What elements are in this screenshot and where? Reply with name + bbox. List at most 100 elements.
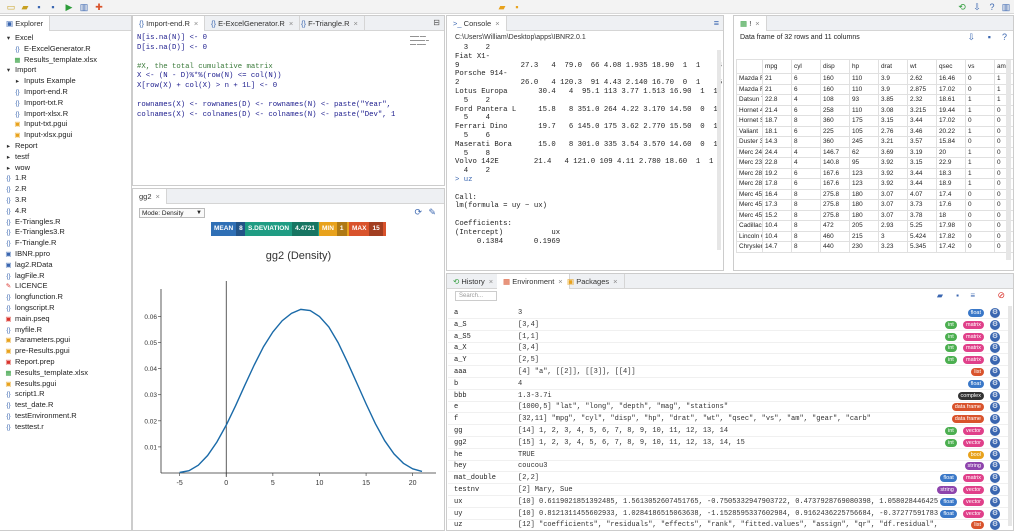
help-icon[interactable]: ? xyxy=(987,2,997,12)
explorer-item[interactable]: {} longfunction.R xyxy=(0,292,63,303)
explorer-item[interactable]: ▦ Results_template.xlsx xyxy=(0,55,97,66)
edit-plot-icon[interactable]: ✎ xyxy=(428,207,436,218)
column-header[interactable]: mpg xyxy=(762,59,792,74)
table-row[interactable]: Lincoln C10.4846021535.42417.82003 xyxy=(736,230,1013,242)
tab-explorer[interactable]: ▣ Explorer xyxy=(0,16,51,31)
gear-icon[interactable]: ⚙ xyxy=(990,508,1000,519)
console-output[interactable]: 3 2 Fiat X1- 9 27.3 4 79.0 66 4.08 1.935 1… xyxy=(455,44,723,270)
table-row[interactable]: Merc 4517.38275.81803.073.7317.6003 xyxy=(736,199,1013,211)
gear-icon[interactable]: ⚙ xyxy=(990,461,1000,472)
environment-row[interactable]: a_Y [2,5] matrix int ⚙ xyxy=(448,354,1012,367)
explorer-item[interactable]: {} lagFile.R xyxy=(0,271,44,282)
explorer-item[interactable]: {} F-Triangle.R xyxy=(0,238,56,249)
close-icon[interactable]: × xyxy=(489,277,493,286)
gear-icon[interactable]: ⚙ xyxy=(990,520,1000,530)
environment-row[interactable]: gg2 [15] 1, 2, 3, 4, 5, 6, 7, 8, 9, 10, 1… xyxy=(448,437,1012,449)
environment-row[interactable]: uz [12] "coefficients", "residuals", "eff… xyxy=(448,519,1012,530)
gear-icon[interactable]: ⚙ xyxy=(990,319,1000,330)
column-header[interactable]: hp xyxy=(849,59,879,74)
console-scrollbar[interactable] xyxy=(717,50,721,250)
project-save-icon[interactable]: ▪ xyxy=(512,2,522,12)
tab-excel-generator[interactable]: {} E-ExcelGenerator.R × xyxy=(205,16,301,31)
environment-row[interactable]: hey coucou3 string ⚙ xyxy=(448,460,1012,473)
environment-row[interactable]: f [32,11] "mpg", "cyl", "disp", "hp", "dr… xyxy=(448,413,1012,426)
column-header[interactable] xyxy=(736,59,763,74)
explorer-item[interactable]: {} E-ExcelGenerator.R xyxy=(0,44,90,55)
add-icon[interactable]: ✚ xyxy=(94,2,104,12)
tab-import-end[interactable]: {} Import-end.R × xyxy=(133,16,206,31)
save-icon[interactable]: ▪ xyxy=(956,291,959,300)
download-icon[interactable]: ⇩ xyxy=(972,2,982,12)
explorer-item[interactable]: ▸ Inputs Example xyxy=(0,76,76,87)
gear-icon[interactable]: ⚙ xyxy=(990,496,1000,507)
explorer-item[interactable]: ▣ pre-Results.pgui xyxy=(0,346,69,357)
environment-row[interactable]: a_S [3,4] matrix int ⚙ xyxy=(448,319,1012,331)
refresh-icon[interactable]: ⟲ xyxy=(957,2,967,12)
tab-console[interactable]: >_ Console × xyxy=(447,16,507,31)
plot-mode-select[interactable]: Mode: Density ▼ xyxy=(139,208,205,218)
save-icon[interactable]: ▪ xyxy=(988,32,991,42)
table-row[interactable]: Hornet 421.462581103.083.21519.44103 xyxy=(736,104,1013,116)
environment-row[interactable]: aaa [4] "a", [[2]], [[3]], [[4]] list ⚙ xyxy=(448,366,1012,378)
stats-icon[interactable]: ▥ xyxy=(1001,2,1011,12)
explorer-item[interactable]: ▾ Import xyxy=(0,65,36,76)
environment-row[interactable]: ux [10] 0.6119021851392485, 1.56130526074… xyxy=(448,496,1012,508)
table-row[interactable]: Merc 4515.28275.81803.073.7818003 xyxy=(736,209,1013,221)
explorer-item[interactable]: ▸ wow xyxy=(0,163,30,174)
table-row[interactable]: Merc 4516.48275.81803.074.0717.4003 xyxy=(736,188,1013,200)
explorer-item[interactable]: {} E-Triangles3.R xyxy=(0,227,64,238)
gear-icon[interactable]: ⚙ xyxy=(990,355,1000,366)
table-row[interactable]: Merc 2817.86167.61233.923.4418.9104 xyxy=(736,178,1013,190)
explorer-item[interactable]: {} Import-end.R xyxy=(0,87,67,98)
explorer-item[interactable]: {} longscript.R xyxy=(0,303,54,314)
environment-row[interactable]: gg [14] 1, 2, 3, 4, 5, 6, 7, 8, 9, 10, 11… xyxy=(448,425,1012,437)
tab-history[interactable]: ⟲ History × xyxy=(447,274,501,289)
explorer-item[interactable]: ✎ LICENCE xyxy=(0,281,48,292)
explorer-item[interactable]: {} 2.R xyxy=(0,184,26,195)
save-icon[interactable]: ▪ xyxy=(34,2,44,12)
gear-icon[interactable]: ⚙ xyxy=(990,426,1000,436)
environment-search-input[interactable]: Search... xyxy=(455,291,497,301)
explorer-item[interactable]: {} 4.R xyxy=(0,206,26,217)
explorer-item[interactable]: {} script1.R xyxy=(0,389,44,400)
minimap[interactable]: ▬▬▬ ▬▬ ▬▬▬▬▬ ▬ ▬▬ ▬▬▬ xyxy=(410,34,440,48)
column-header[interactable]: wt xyxy=(907,59,937,74)
gear-icon[interactable]: ⚙ xyxy=(990,473,1000,484)
table-row[interactable]: Merc 2322.84140.8953.923.1522.9104 xyxy=(736,157,1013,169)
menu-icon[interactable]: ≡ xyxy=(970,291,975,300)
refresh-plot-icon[interactable]: ⟳ xyxy=(414,207,422,218)
table-row[interactable]: Merc 2424.44146.7623.693.1920104 xyxy=(736,146,1013,158)
gear-icon[interactable]: ⚙ xyxy=(990,449,1000,460)
column-header[interactable]: disp xyxy=(820,59,850,74)
explorer-item[interactable]: {} Import-txt.R xyxy=(0,98,63,109)
explorer-item[interactable]: ▸ Report xyxy=(0,141,38,152)
gear-icon[interactable]: ⚙ xyxy=(990,485,1000,495)
close-icon[interactable]: × xyxy=(194,19,198,28)
tab-dataframe[interactable]: ▦ ! × xyxy=(734,16,767,31)
console-menu-icon[interactable]: ≡ xyxy=(714,18,719,28)
environment-row[interactable]: a_S5 [1,1] matrix int ⚙ xyxy=(448,331,1012,343)
project-folder-icon[interactable]: ▰ xyxy=(497,2,507,12)
explorer-item[interactable]: ▸ testf xyxy=(0,152,29,163)
explorer-item[interactable]: {} 3.R xyxy=(0,195,26,206)
explorer-item[interactable]: ▣ IBNR.ppro xyxy=(0,249,50,260)
environment-row[interactable]: mat_double [2,2] matrix float ⚙ xyxy=(448,472,1012,485)
explorer-item[interactable]: ▾ Excel xyxy=(0,33,33,44)
environment-scrollbar[interactable] xyxy=(1008,306,1012,526)
environment-row[interactable]: b 4 float ⚙ xyxy=(448,378,1012,390)
explorer-item[interactable]: {} test_date.R xyxy=(0,400,53,411)
tab-environment[interactable]: ▦ Environment × xyxy=(497,274,570,289)
table-row[interactable]: Merc 2819.26167.61233.923.4418.3104 xyxy=(736,167,1013,179)
column-header[interactable]: cyl xyxy=(791,59,821,74)
explorer-item[interactable]: ▣ Report.prep xyxy=(0,357,54,368)
column-header[interactable]: vs xyxy=(965,59,995,74)
gear-icon[interactable]: ⚙ xyxy=(990,331,1000,342)
explorer-item[interactable]: {} testtest.r xyxy=(0,422,43,433)
open-folder-icon[interactable]: ▰ xyxy=(20,2,30,12)
new-file-icon[interactable]: ▭ xyxy=(6,2,16,12)
environment-row[interactable]: testnv [2] Mary, Sue vector string ⚙ xyxy=(448,484,1012,496)
tab-gg2[interactable]: gg2 × xyxy=(133,189,167,204)
gear-icon[interactable]: ⚙ xyxy=(990,343,1000,354)
explorer-item[interactable]: ▣ Parameters.pgui xyxy=(0,335,70,346)
close-icon[interactable]: × xyxy=(613,277,617,286)
